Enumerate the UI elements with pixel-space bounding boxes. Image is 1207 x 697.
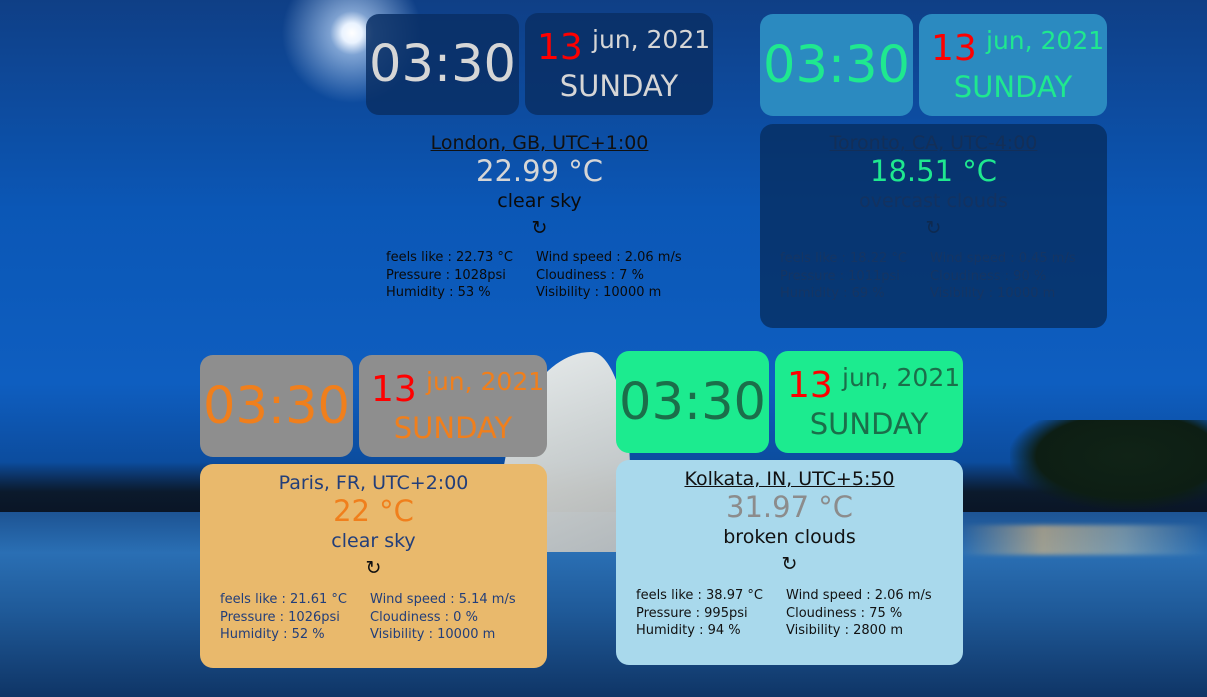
london-clock-card: 03:30 (366, 14, 519, 115)
toronto-weather-card: Toronto, CA, UTC-4:00 18.51 °C overcast … (760, 124, 1107, 328)
toronto-feels-like: feels like : 18.22 °C (780, 251, 907, 266)
toronto-location-link[interactable]: Toronto, CA, UTC-4:00 (760, 132, 1107, 154)
kolkata-weekday: SUNDAY (809, 407, 929, 441)
paris-wind-speed: Wind speed : 5.14 m/s (370, 592, 516, 607)
kolkata-feels-like: feels like : 38.97 °C (636, 588, 763, 603)
paris-date-card: 13 jun, 2021 SUNDAY (359, 355, 547, 457)
paris-day-number: 13 (371, 369, 417, 410)
paris-details-left: feels like : 21.61 °C Pressure : 1026psi… (220, 591, 347, 644)
paris-pressure: Pressure : 1026psi (220, 609, 340, 625)
kolkata-date-card: 13 jun, 2021 SUNDAY (775, 351, 963, 453)
london-weekday: SUNDAY (559, 69, 679, 103)
paris-weekday: SUNDAY (393, 411, 513, 445)
kolkata-wind-speed: Wind speed : 2.06 m/s (786, 588, 932, 603)
toronto-clock-card: 03:30 (760, 14, 913, 116)
toronto-description: overcast clouds (859, 190, 1008, 212)
london-day-number: 13 (537, 27, 583, 68)
kolkata-location-link[interactable]: Kolkata, IN, UTC+5:50 (616, 468, 963, 490)
paris-temperature: 22 °C (333, 494, 414, 528)
london-weather-card: London, GB, UTC+1:00 22.99 °C clear sky … (366, 124, 713, 314)
london-location-link[interactable]: London, GB, UTC+1:00 (366, 132, 713, 154)
london-visibility: Visibility : 10000 m (536, 285, 662, 300)
toronto-visibility: Visibility : 10000 m (930, 286, 1056, 301)
kolkata-humidity: Humidity : 94 % (636, 623, 741, 638)
kolkata-cloudiness: Cloudiness : 75 % (786, 605, 903, 621)
paris-location-link[interactable]: Paris, FR, UTC+2:00 (200, 472, 547, 494)
toronto-time: 03:30 (763, 35, 910, 95)
refresh-icon[interactable]: ↻ (532, 218, 548, 238)
background-city-lights (960, 525, 1207, 555)
london-temperature: 22.99 °C (476, 154, 603, 188)
toronto-weekday: SUNDAY (953, 70, 1073, 104)
paris-month-year: jun, 2021 (426, 367, 545, 396)
toronto-details-right: Wind speed : 0.45 m/s Cloudiness : 90 % … (930, 250, 1076, 303)
toronto-temperature: 18.51 °C (870, 154, 997, 188)
toronto-wind-speed: Wind speed : 0.45 m/s (930, 251, 1076, 266)
toronto-humidity: Humidity : 69 % (780, 286, 885, 301)
toronto-cloudiness: Cloudiness : 90 % (930, 268, 1047, 284)
london-details-left: feels like : 22.73 °C Pressure : 1028psi… (386, 249, 513, 302)
kolkata-day-number: 13 (787, 365, 833, 406)
kolkata-pressure: Pressure : 995psi (636, 605, 748, 621)
paris-cloudiness: Cloudiness : 0 % (370, 609, 478, 625)
kolkata-weather-card: Kolkata, IN, UTC+5:50 31.97 °C broken cl… (616, 460, 963, 665)
paris-humidity: Humidity : 52 % (220, 627, 325, 642)
kolkata-description: broken clouds (723, 526, 856, 548)
london-details-right: Wind speed : 2.06 m/s Cloudiness : 7 % V… (536, 249, 682, 302)
kolkata-visibility: Visibility : 2800 m (786, 623, 904, 638)
paris-description: clear sky (331, 530, 416, 552)
london-wind-speed: Wind speed : 2.06 m/s (536, 250, 682, 265)
london-humidity: Humidity : 53 % (386, 285, 491, 300)
paris-visibility: Visibility : 10000 m (370, 627, 496, 642)
paris-clock-card: 03:30 (200, 355, 353, 457)
toronto-details-left: feels like : 18.22 °C Pressure : 1011psi… (780, 250, 907, 303)
paris-feels-like: feels like : 21.61 °C (220, 592, 347, 607)
kolkata-clock-card: 03:30 (616, 351, 769, 453)
refresh-icon[interactable]: ↻ (926, 218, 942, 238)
paris-details-right: Wind speed : 5.14 m/s Cloudiness : 0 % V… (370, 591, 516, 644)
toronto-day-number: 13 (931, 28, 977, 69)
toronto-month-year: jun, 2021 (986, 26, 1105, 55)
london-pressure: Pressure : 1028psi (386, 267, 506, 283)
london-month-year: jun, 2021 (592, 25, 711, 54)
paris-weather-card: Paris, FR, UTC+2:00 22 °C clear sky ↻ fe… (200, 464, 547, 668)
london-cloudiness: Cloudiness : 7 % (536, 267, 644, 283)
background-trees (1010, 420, 1207, 510)
london-time: 03:30 (369, 35, 516, 94)
london-description: clear sky (497, 190, 582, 212)
kolkata-details-right: Wind speed : 2.06 m/s Cloudiness : 75 % … (786, 587, 932, 640)
toronto-date-card: 13 jun, 2021 SUNDAY (919, 14, 1107, 116)
kolkata-temperature: 31.97 °C (726, 490, 853, 524)
refresh-icon[interactable]: ↻ (366, 558, 382, 578)
toronto-pressure: Pressure : 1011psi (780, 268, 900, 284)
paris-time: 03:30 (203, 376, 350, 436)
london-feels-like: feels like : 22.73 °C (386, 250, 513, 265)
kolkata-details-left: feels like : 38.97 °C Pressure : 995psi … (636, 587, 763, 640)
kolkata-time: 03:30 (619, 372, 766, 432)
refresh-icon[interactable]: ↻ (782, 554, 798, 574)
london-date-card: 13 jun, 2021 SUNDAY (525, 13, 713, 115)
kolkata-month-year: jun, 2021 (842, 363, 961, 392)
